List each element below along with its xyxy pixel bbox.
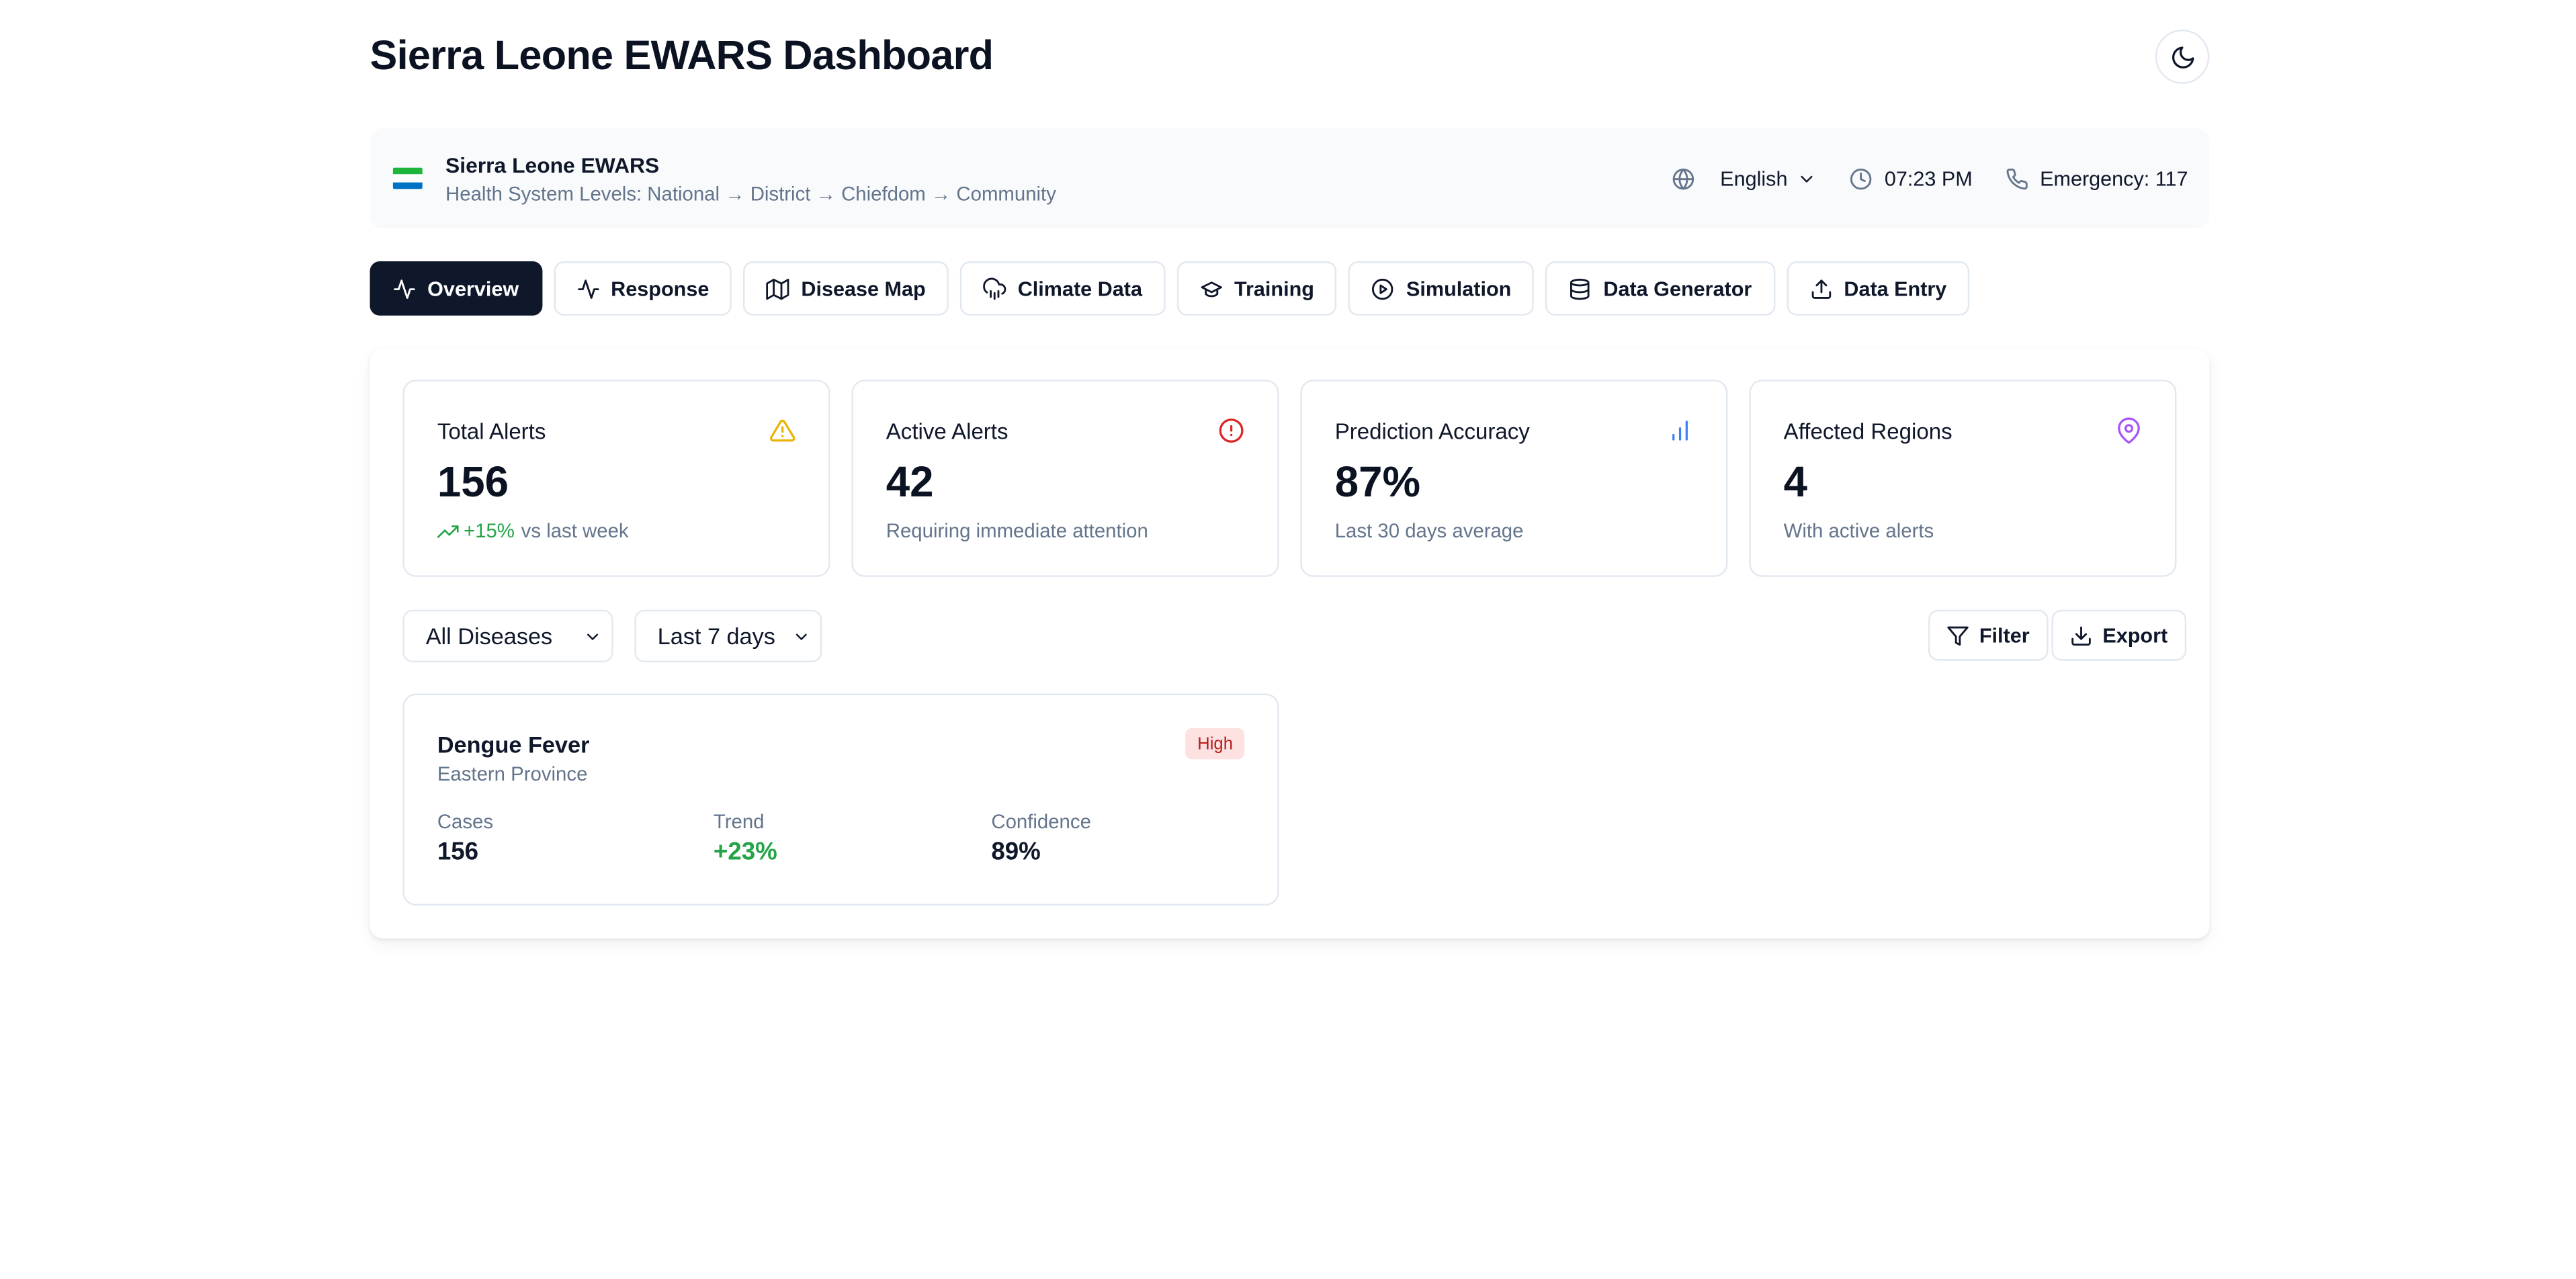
tab-response[interactable]: Response [553,261,732,316]
severity-badge: High [1186,727,1245,760]
tab-label: Training [1234,277,1314,300]
tab-overview[interactable]: Overview [370,261,542,316]
stat-card-total-alerts: Total Alerts 156 +15% vs last week [402,380,830,577]
tab-data-entry[interactable]: Data Entry [1786,261,1970,316]
metric-value: 89% [991,838,1041,867]
trend-value: +15% [463,519,515,543]
stat-sub-text: With active alerts [1783,519,1934,543]
org-name: Sierra Leone EWARS [445,152,660,178]
moon-icon [2171,46,2194,68]
download-icon [2069,624,2092,647]
upload-icon [1809,277,1832,300]
phone-icon [2006,168,2028,191]
filter-button[interactable]: Filter [1928,609,2048,661]
alert-metric-confidence: Confidence 89% [991,810,1091,866]
stat-label: Prediction Accuracy [1334,418,1530,444]
overview-panel: Total Alerts 156 +15% vs last week Activ… [370,348,2210,939]
stat-value: 156 [437,457,509,506]
period-select[interactable]: Last 7 days [634,609,822,663]
tab-label: Climate Data [1017,277,1142,300]
activity-icon [576,277,599,300]
metric-label: Trend [713,810,765,834]
database-icon [1569,277,1592,300]
chevron-down-icon [584,628,602,646]
export-button[interactable]: Export [2051,609,2186,661]
tab-label: Simulation [1406,277,1512,300]
stat-card-active-alerts: Active Alerts 42 Requiring immediate att… [851,380,1279,577]
chevron-down-icon [1797,169,1817,189]
stat-sub-text: Requiring immediate attention [886,519,1148,543]
alert-metric-cases: Cases 156 [437,810,493,866]
stat-value: 42 [886,457,934,506]
time-value: 07:23 PM [1884,167,1973,191]
map-icon [767,277,790,300]
filter-label: Filter [1979,623,2030,647]
stat-sub-text: Last 30 days average [1334,519,1524,543]
theme-toggle-button[interactable] [2155,30,2210,84]
metric-value: 156 [437,838,479,867]
current-time: 07:23 PM [1850,167,1973,191]
stat-sub-text: vs last week [521,519,629,543]
tab-label: Disease Map [801,277,926,300]
tab-label: Overview [427,277,519,300]
metric-label: Cases [437,810,494,834]
tab-data-generator[interactable]: Data Generator [1545,261,1775,316]
trending-up-icon [437,520,459,541]
main-tabs: Overview Response Disease Map Climate Da… [370,261,1970,316]
warning-triangle-icon [769,417,796,443]
tab-label: Data Entry [1844,277,1947,300]
play-circle-icon [1372,277,1395,300]
disease-select[interactable]: All Diseases [402,609,613,663]
tab-label: Response [611,277,710,300]
emergency-value: Emergency: 117 [2040,167,2188,191]
alert-region: Eastern Province [437,762,588,786]
tab-disease-map[interactable]: Disease Map [743,261,949,316]
globe-icon [1672,168,1695,191]
disease-select-value: All Diseases [425,623,553,650]
alert-card[interactable]: Dengue Fever Eastern Province High Cases… [402,693,1279,906]
period-select-value: Last 7 days [657,623,775,650]
language-select[interactable]: English [1720,168,1817,191]
page-title: Sierra Leone EWARS Dashboard [370,32,994,79]
map-pin-icon [2116,417,2142,444]
tab-label: Data Generator [1603,277,1752,300]
metric-label: Confidence [991,810,1091,834]
info-right: English 07:23 PM Emergency: 117 [1672,165,2188,194]
stat-value: 87% [1334,457,1421,506]
alert-circle-icon [1218,417,1244,443]
clock-icon [1850,168,1873,191]
activity-icon [393,277,416,300]
emergency-contact: Emergency: 117 [2006,168,2188,191]
export-label: Export [2102,623,2168,647]
stat-card-affected-regions: Affected Regions 4 With active alerts [1749,380,2177,577]
tab-climate-data[interactable]: Climate Data [960,261,1166,316]
language-value: English [1720,167,1788,191]
cloud-rain-icon [983,277,1006,300]
stat-label: Affected Regions [1783,418,1952,444]
chevron-down-icon [792,628,810,646]
graduation-cap-icon [1200,277,1223,300]
stat-sub: +15% vs last week [437,519,629,542]
health-system-levels: Health System Levels: National → Distric… [445,182,1056,206]
stat-label: Total Alerts [437,418,546,444]
metric-value: +23% [713,838,777,867]
stat-value: 4 [1783,457,1808,506]
info-bar: Sierra Leone EWARS Health System Levels:… [370,128,2210,229]
stat-card-prediction-accuracy: Prediction Accuracy 87% Last 30 days ave… [1300,380,1728,577]
tab-training[interactable]: Training [1176,261,1338,316]
trend-up: +15% [437,519,515,542]
bar-chart-icon [1667,417,1693,443]
filter-icon [1946,624,1969,647]
sierra-leone-flag-icon [392,167,423,189]
alert-disease: Dengue Fever [437,731,590,758]
tab-simulation[interactable]: Simulation [1348,261,1535,316]
stat-label: Active Alerts [886,418,1008,444]
alert-metric-trend: Trend +23% [714,810,777,866]
